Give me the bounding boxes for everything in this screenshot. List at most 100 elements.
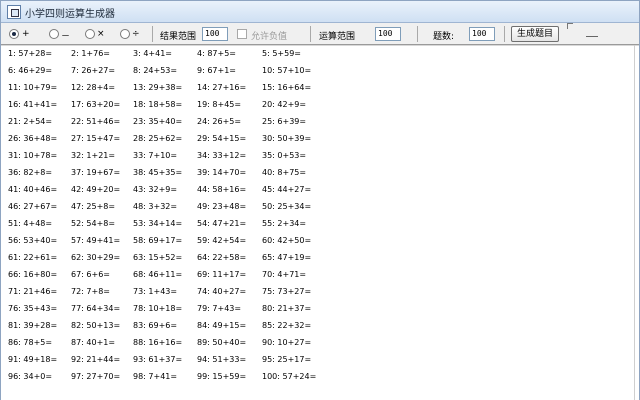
question-item: 27: 15+47=	[71, 134, 121, 143]
question-item: 39: 14+70=	[197, 168, 247, 177]
question-item: 41: 40+46=	[8, 185, 58, 194]
separator	[504, 26, 505, 42]
question-item: 57: 49+41=	[71, 236, 121, 245]
question-item: 72: 7+8=	[71, 287, 111, 296]
question-item: 93: 61+37=	[133, 355, 183, 364]
question-item: 88: 16+16=	[133, 338, 183, 347]
question-item: 17: 63+20=	[71, 100, 121, 109]
question-item: 51: 4+48=	[8, 219, 53, 228]
add-label: +	[22, 29, 30, 39]
generate-button[interactable]: 生成题目	[511, 26, 559, 42]
question-item: 48: 3+32=	[133, 202, 178, 211]
question-item: 23: 35+40=	[133, 117, 183, 126]
question-item: 37: 19+67=	[71, 168, 121, 177]
question-item: 31: 10+78=	[8, 151, 58, 160]
question-item: 8: 24+53=	[133, 66, 178, 75]
separator	[310, 26, 311, 42]
question-item: 24: 26+5=	[197, 117, 242, 126]
right-border	[634, 45, 635, 400]
question-item: 34: 33+12=	[197, 151, 247, 160]
allow-negative-checkbox[interactable]	[237, 29, 247, 39]
question-item: 67: 6+6=	[71, 270, 111, 279]
separator	[417, 26, 418, 42]
question-item: 26: 36+48=	[8, 134, 58, 143]
question-item: 14: 27+16=	[197, 83, 247, 92]
question-item: 35: 0+53=	[262, 151, 307, 160]
question-item: 6: 46+29=	[8, 66, 53, 75]
question-item: 13: 29+38=	[133, 83, 183, 92]
question-item: 76: 35+43=	[8, 304, 58, 313]
question-item: 50: 25+34=	[262, 202, 312, 211]
question-item: 69: 11+17=	[197, 270, 247, 279]
question-item: 82: 50+13=	[71, 321, 121, 330]
calc-range-label: 运算范围	[319, 32, 356, 42]
multiply-radio-button[interactable]	[85, 29, 95, 39]
question-item: 21: 2+54=	[8, 117, 53, 126]
question-item: 18: 18+58=	[133, 100, 183, 109]
question-item: 80: 21+37=	[262, 304, 312, 313]
question-item: 79: 7+43=	[197, 304, 242, 313]
question-item: 55: 2+34=	[262, 219, 307, 228]
result-range-label: 结果范围	[160, 32, 197, 42]
question-item: 52: 54+8=	[71, 219, 116, 228]
calc-range-input[interactable]: 100	[375, 27, 401, 41]
question-item: 60: 42+50=	[262, 236, 312, 245]
question-item: 53: 34+14=	[133, 219, 183, 228]
question-item: 25: 6+39=	[262, 117, 307, 126]
question-item: 81: 39+28=	[8, 321, 58, 330]
question-item: 58: 69+17=	[133, 236, 183, 245]
title-bar: 小学四则运算生成器	[1, 1, 639, 23]
divide-radio-button[interactable]	[120, 29, 130, 39]
subtract-radio-button[interactable]	[49, 29, 59, 39]
question-item: 12: 28+4=	[71, 83, 116, 92]
question-item: 96: 34+0=	[8, 372, 53, 381]
toolbar: + － × ÷ 结果范围 100 允许负值 运算范围 100 题数: 100 生…	[1, 23, 639, 45]
app-icon	[7, 5, 21, 19]
question-item: 95: 25+17=	[262, 355, 312, 364]
question-list: 1: 57+28= 2: 1+76= 3: 4+41= 4: 87+5= 5: 5+59…	[1, 45, 639, 400]
app-window: 小学四则运算生成器 + － × ÷ 结果范围 100 允许负值 运算范围 100…	[0, 0, 640, 400]
question-item: 85: 22+32=	[262, 321, 312, 330]
question-item: 11: 10+79=	[8, 83, 58, 92]
add-radio-button[interactable]	[9, 29, 19, 39]
question-item: 59: 42+54=	[197, 236, 247, 245]
question-item: 70: 4+71=	[262, 270, 307, 279]
question-item: 4: 87+5=	[197, 49, 237, 58]
question-item: 42: 49+20=	[71, 185, 121, 194]
question-item: 9: 67+1=	[197, 66, 237, 75]
question-item: 28: 25+62=	[133, 134, 183, 143]
subtract-label: －	[61, 32, 71, 42]
question-item: 54: 47+21=	[197, 219, 247, 228]
question-item: 86: 78+5=	[8, 338, 53, 347]
allow-negative-label: 允许负值	[251, 32, 288, 42]
question-item: 90: 10+27=	[262, 338, 312, 347]
question-item: 65: 47+19=	[262, 253, 312, 262]
result-range-input[interactable]: 100	[202, 27, 228, 41]
question-item: 64: 22+58=	[197, 253, 247, 262]
question-item: 68: 46+11=	[133, 270, 183, 279]
question-item: 74: 40+27=	[197, 287, 247, 296]
question-item: 36: 82+8=	[8, 168, 53, 177]
question-item: 32: 1+21=	[71, 151, 116, 160]
question-item: 97: 27+70=	[71, 372, 121, 381]
question-item: 84: 49+15=	[197, 321, 247, 330]
question-item: 78: 10+18=	[133, 304, 183, 313]
question-item: 61: 22+61=	[8, 253, 58, 262]
question-count-input[interactable]: 100	[469, 27, 495, 41]
question-item: 40: 8+75=	[262, 168, 307, 177]
question-item: 2: 1+76=	[71, 49, 111, 58]
question-item: 30: 50+39=	[262, 134, 312, 143]
question-item: 20: 42+9=	[262, 100, 307, 109]
window-title: 小学四则运算生成器	[25, 9, 115, 20]
question-item: 89: 50+40=	[197, 338, 247, 347]
question-item: 75: 73+27=	[262, 287, 312, 296]
question-item: 62: 30+29=	[71, 253, 121, 262]
divide-label: ÷	[132, 29, 140, 39]
multiply-label: ×	[97, 29, 105, 39]
question-item: 87: 40+1=	[71, 338, 116, 347]
question-item: 38: 45+35=	[133, 168, 183, 177]
question-item: 7: 26+27=	[71, 66, 116, 75]
question-item: 5: 5+59=	[262, 49, 302, 58]
question-item: 66: 16+80=	[8, 270, 58, 279]
question-item: 100: 57+24=	[262, 372, 317, 381]
